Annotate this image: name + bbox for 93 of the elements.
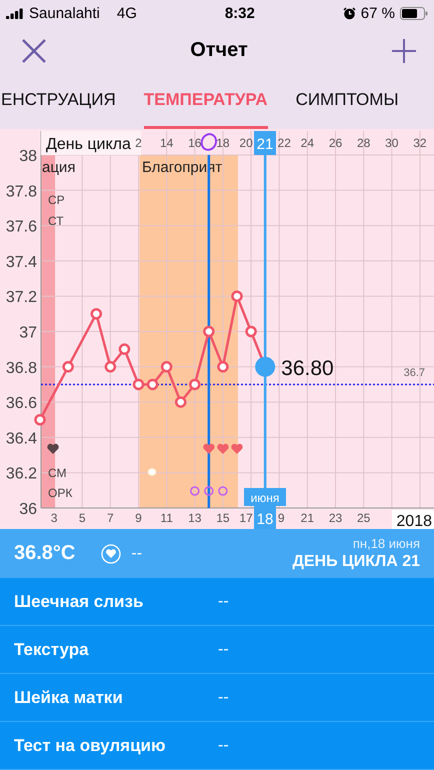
carrier-name: Saunalahti	[29, 4, 100, 22]
data-point	[203, 326, 215, 338]
data-point	[245, 326, 257, 338]
cycle-day: ДЕНЬ ЦИКЛА 21	[292, 553, 420, 572]
battery-percent: 67 %	[360, 4, 395, 22]
x-axis-label: 17	[239, 511, 253, 526]
network-type: 4G	[116, 4, 137, 22]
coverline-label: 36.7	[404, 367, 425, 380]
cycle-day-label: 30	[385, 136, 398, 150]
data-point	[132, 378, 144, 390]
row-value: --	[218, 592, 229, 611]
heart-icon	[47, 444, 59, 454]
selected-value: 36.80	[281, 356, 334, 380]
band-label: ация	[42, 159, 76, 176]
row-label: СТ	[48, 214, 64, 228]
data-point	[90, 308, 102, 320]
sex-value: --	[131, 544, 142, 563]
temperature-value: 36.8°C	[14, 542, 76, 566]
y-axis-label: 37.6	[6, 218, 37, 236]
cycle-day-label: 14	[160, 136, 174, 150]
x-axis-label: 9	[278, 511, 285, 526]
detail-row[interactable]: Шеечная слизь --	[0, 578, 434, 626]
close-button[interactable]	[20, 36, 48, 65]
x-axis-label: 13	[188, 511, 202, 526]
battery-icon	[400, 6, 428, 20]
cycle-day-label: 2	[135, 136, 142, 150]
cycle-day-label: 18	[216, 136, 230, 150]
row-label: Шейка матки	[14, 688, 124, 708]
x-axis-label: 21	[300, 511, 314, 526]
plus-icon	[391, 38, 417, 64]
close-icon	[21, 38, 47, 64]
x-axis-label: 9	[135, 511, 142, 526]
detail-row[interactable]: Тест на овуляцию --	[0, 722, 434, 770]
alarm-icon	[342, 6, 356, 20]
signal-icon	[6, 8, 24, 19]
cycle-day-label: 16	[188, 136, 202, 150]
tab[interactable]: СИМПТОМЫ	[296, 74, 398, 130]
data-point	[118, 343, 130, 355]
data-point	[231, 290, 243, 302]
row-label: ОРК	[48, 486, 72, 500]
x-axis-label: 3	[50, 511, 58, 526]
data-point	[62, 361, 74, 373]
x-axis-label: 15	[216, 511, 230, 526]
data-point	[160, 361, 172, 373]
data-point	[189, 378, 201, 390]
clock-time: 8:32	[224, 4, 255, 22]
selected-date: пн,18 июня	[352, 536, 420, 552]
data-point	[217, 361, 229, 373]
ovulation-marker-icon	[200, 133, 218, 151]
y-axis-label: 37.8	[6, 183, 37, 200]
cycle-day-label: 28	[356, 136, 370, 150]
row-label: СР	[48, 193, 65, 208]
y-axis-label: 36	[19, 501, 37, 518]
data-point	[104, 361, 116, 373]
y-axis-label: 36.4	[6, 430, 37, 448]
row-label: Шеечная слизь	[14, 592, 144, 612]
heart-icon	[231, 444, 243, 454]
selected-point	[255, 356, 276, 377]
add-button[interactable]	[390, 36, 418, 65]
y-axis-label: 37.2	[6, 289, 37, 306]
y-axis-label: 37.4	[6, 254, 37, 271]
selected-cycle-day-badge: 21	[254, 131, 276, 156]
cycle-day-label: 20	[239, 136, 253, 150]
y-axis-label: 37	[19, 324, 37, 342]
y-axis-label: 36.2	[6, 466, 37, 483]
cycle-day-label: 26	[328, 136, 342, 150]
detail-row[interactable]: Текстура --	[0, 626, 434, 674]
x-axis-label: 5	[78, 511, 86, 526]
cycle-day-label: 24	[300, 136, 314, 150]
y-axis-label: 38	[19, 148, 37, 166]
x-axis-label: 11	[160, 511, 173, 526]
row-label: СМ	[48, 466, 67, 480]
y-axis-label: 36.8	[6, 360, 37, 377]
data-point	[174, 396, 186, 408]
row-value: --	[218, 688, 229, 707]
x-axis-label: 23	[328, 511, 342, 526]
row-value: --	[218, 736, 229, 755]
row-label: Тест на овуляцию	[14, 736, 166, 756]
tab[interactable]: ЕНСТРУАЦИЯ	[1, 74, 116, 130]
cycle-day-label: 32	[413, 136, 427, 150]
data-point	[34, 414, 46, 426]
x-axis-label: 7	[107, 511, 114, 526]
detail-row[interactable]: Шейка матки --	[0, 674, 434, 722]
data-point	[146, 378, 158, 390]
screen-title: Отчет	[190, 39, 248, 62]
heart-icon	[217, 444, 229, 454]
year-label: 2018	[392, 510, 434, 530]
x-axis-label: 25	[356, 511, 370, 526]
y-axis-label: 36.6	[6, 395, 37, 412]
heart-icon	[203, 444, 215, 454]
cycle-day-label: 22	[278, 136, 291, 150]
row-label: Текстура	[14, 640, 90, 660]
row-value: --	[218, 640, 229, 659]
